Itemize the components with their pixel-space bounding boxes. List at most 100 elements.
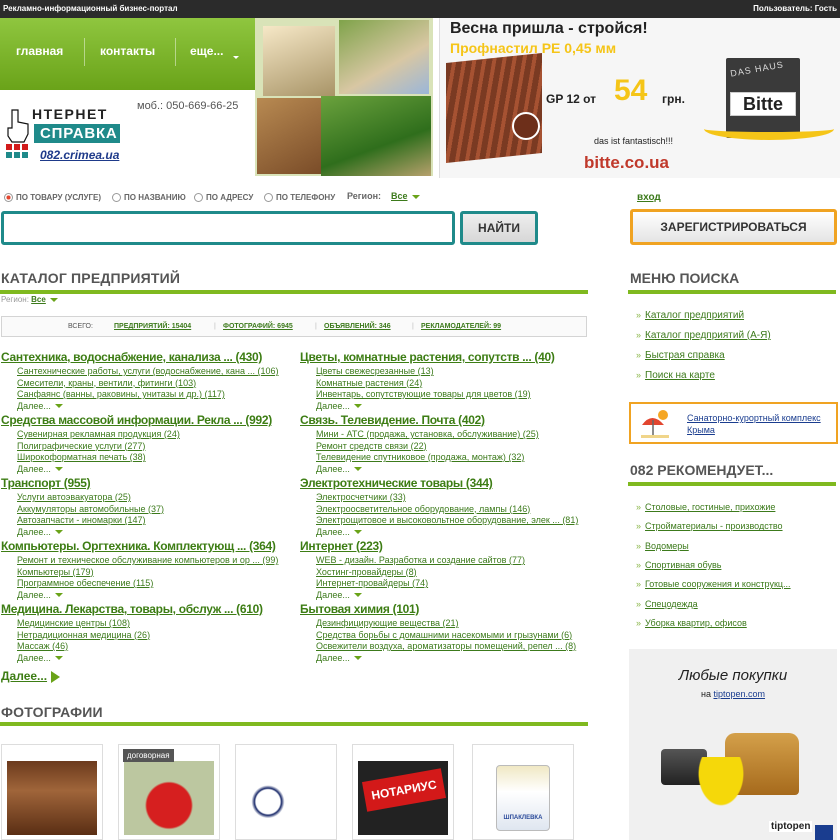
category-more-link[interactable]: Далее... bbox=[17, 590, 299, 602]
subcategory-link[interactable]: Санфаянс (ванны, раковины, унитазы и др.… bbox=[17, 389, 299, 401]
recommend-item[interactable]: » Готовые сооружения и конструкц... bbox=[636, 579, 791, 589]
category-more-link[interactable]: Далее... bbox=[316, 527, 598, 539]
search-menu-item[interactable]: » Каталог предприятий bbox=[636, 310, 744, 321]
catalog-more-link[interactable]: Далее... bbox=[1, 669, 61, 683]
stats-enterprises[interactable]: ПРЕДПРИЯТИЙ: 15404 bbox=[114, 323, 191, 330]
subcategory-link[interactable]: Автозапчасти - иномарки (147) bbox=[17, 515, 299, 527]
subcategory-link[interactable]: Хостинг-провайдеры (8) bbox=[316, 567, 598, 579]
nav-home[interactable]: главная bbox=[16, 44, 63, 58]
category-title[interactable]: Сантехника, водоснабжение, канализа ... … bbox=[1, 350, 299, 364]
category-title[interactable]: Средства массовой информации. Рекла ... … bbox=[1, 413, 299, 427]
category-title[interactable]: Бытовая химия (101) bbox=[300, 602, 598, 616]
subcategory-link[interactable]: Сувенирная рекламная продукция (24) bbox=[17, 429, 299, 441]
subcategory-link[interactable]: Смесители, краны, вентили, фитинги (103) bbox=[17, 378, 299, 390]
stats-ads[interactable]: ОБЪЯВЛЕНИЙ: 346 bbox=[324, 323, 391, 330]
subcategory-link[interactable]: Мини - АТС (продажа, установка, обслужив… bbox=[316, 429, 598, 441]
ad-banner-bitte[interactable]: Весна пришла - стройся! Профнастил РЕ 0,… bbox=[439, 18, 840, 178]
subcategory-link[interactable]: Освежители воздуха, ароматизаторы помеще… bbox=[316, 641, 598, 653]
subcategory-link[interactable]: Инвентарь, сопутствующие товары для цвет… bbox=[316, 389, 598, 401]
header: главная контакты еще... НТЕРНЕТ СПРАВКА … bbox=[0, 18, 840, 180]
ad-title: Любые покупки bbox=[678, 667, 788, 684]
category-title[interactable]: Интернет (223) bbox=[300, 539, 598, 553]
logo-text-2: СПРАВКА bbox=[40, 125, 118, 142]
region-select[interactable]: Все bbox=[31, 295, 46, 304]
recommend-item[interactable]: » Водомеры bbox=[636, 541, 689, 551]
category-more-link[interactable]: Далее... bbox=[17, 464, 299, 476]
category-more-link[interactable]: Далее... bbox=[316, 401, 598, 413]
site-logo[interactable]: НТЕРНЕТ СПРАВКА 082.crimea.ua bbox=[6, 98, 126, 178]
bullet-icon: » bbox=[636, 579, 642, 590]
subcategory-link[interactable]: Дезинфицирующие вещества (21) bbox=[316, 618, 598, 630]
sanatorium-banner[interactable]: Санаторно-курортный комплекс Крыма bbox=[629, 402, 838, 444]
main-content: КАТАЛОГ ПРЕДПРИЯТИЙ Регион: Все ВСЕГО: П… bbox=[0, 262, 590, 840]
ad-prefix: на bbox=[700, 689, 711, 699]
tiptopen-ad[interactable]: Любые покупки на tiptopen.com tiptopen bbox=[629, 649, 837, 840]
subcategory-link[interactable]: Компьютеры (179) bbox=[17, 567, 299, 579]
recommend-item[interactable]: » Спецодежда bbox=[636, 599, 698, 609]
subcategory-link[interactable]: Средства борьбы с домашними насекомыми и… bbox=[316, 630, 598, 642]
subcategory-link[interactable]: Массаж (46) bbox=[17, 641, 299, 653]
photo-thumb[interactable] bbox=[235, 744, 337, 840]
recommend-item[interactable]: » Уборка квартир, офисов bbox=[636, 618, 747, 628]
photo-thumb[interactable]: ШПАКЛЕВКА bbox=[472, 744, 574, 840]
subcategory-link[interactable]: Комнатные растения (24) bbox=[316, 378, 598, 390]
nav-more[interactable]: еще... bbox=[190, 44, 223, 58]
subcategory-link[interactable]: Программное обеспечение (115) bbox=[17, 578, 299, 590]
search-by-product-radio[interactable]: ПО ТОВАРУ (УСЛУГЕ) bbox=[4, 193, 101, 202]
recommend-item-label: Водомеры bbox=[645, 540, 689, 551]
photo-thumb[interactable] bbox=[1, 744, 103, 840]
photo-thumb[interactable]: НОТАРИУС bbox=[352, 744, 454, 840]
subcategory-link[interactable]: Ремонт средств связи (22) bbox=[316, 441, 598, 453]
subcategory-link[interactable]: Нетрадиционная медицина (26) bbox=[17, 630, 299, 642]
category-title[interactable]: Транспорт (955) bbox=[1, 476, 299, 490]
search-menu-item[interactable]: » Каталог предприятий (А-Я) bbox=[636, 330, 771, 341]
subcategory-link[interactable]: Сантехнические работы, услуги (водоснабж… bbox=[17, 366, 299, 378]
subcategory-link[interactable]: Интернет-провайдеры (74) bbox=[316, 578, 598, 590]
search-button[interactable]: НАЙТИ bbox=[460, 211, 538, 245]
subcategory-link[interactable]: Аккумуляторы автомобильные (37) bbox=[17, 504, 299, 516]
region-select[interactable]: Все bbox=[391, 191, 420, 201]
subcategory-link[interactable]: Цветы свежесрезанные (13) bbox=[316, 366, 598, 378]
more-label: Далее... bbox=[17, 463, 51, 474]
category-more-link[interactable]: Далее... bbox=[17, 401, 299, 413]
category-more-link[interactable]: Далее... bbox=[17, 653, 299, 665]
recommend-item[interactable]: » Стройматериалы - производство bbox=[636, 521, 783, 531]
nav-divider bbox=[175, 38, 176, 66]
recommend-item[interactable]: » Спортивная обувь bbox=[636, 560, 721, 570]
subcategory-link[interactable]: Медицинские центры (108) bbox=[17, 618, 299, 630]
subcategory-link[interactable]: Полиграфические услуги (277) bbox=[17, 441, 299, 453]
subcategory-link[interactable]: Широкоформатная печать (38) bbox=[17, 452, 299, 464]
login-link[interactable]: вход bbox=[637, 192, 661, 203]
category-title[interactable]: Связь. Телевидение. Почта (402) bbox=[300, 413, 598, 427]
register-button[interactable]: ЗАРЕГИСТРИРОВАТЬСЯ bbox=[630, 209, 837, 245]
category-more-link[interactable]: Далее... bbox=[17, 527, 299, 539]
search-by-address-radio[interactable]: ПО АДРЕСУ bbox=[194, 193, 253, 202]
category-title[interactable]: Медицина. Лекарства, товары, обслуж ... … bbox=[1, 602, 299, 616]
subcategory-link[interactable]: Ремонт и техническое обслуживание компью… bbox=[17, 555, 299, 567]
subcategory-link[interactable]: Телевидение спутниковое (продажа, монтаж… bbox=[316, 452, 598, 464]
category-title[interactable]: Компьютеры. Оргтехника. Комплектующ ... … bbox=[1, 539, 299, 553]
recommend-item[interactable]: » Столовые, гостиные, прихожие bbox=[636, 502, 775, 512]
category-more-link[interactable]: Далее... bbox=[316, 464, 598, 476]
nav-contacts[interactable]: контакты bbox=[100, 44, 155, 58]
search-by-name-radio[interactable]: ПО НАЗВАНИЮ bbox=[112, 193, 186, 202]
subcategory-link[interactable]: Услуги автоэвакуатора (25) bbox=[17, 492, 299, 504]
photo-sign: НОТАРИУС bbox=[358, 761, 448, 835]
stats-advertisers[interactable]: РЕКЛАМОДАТЕЛЕЙ: 99 bbox=[421, 323, 501, 330]
search-by-phone-radio[interactable]: ПО ТЕЛЕФОНУ bbox=[264, 193, 335, 202]
subcategory-link[interactable]: WEB - дизайн. Разработка и создание сайт… bbox=[316, 555, 598, 567]
subcategory-link[interactable]: Электрощитовое и высоковольтное оборудов… bbox=[316, 515, 598, 527]
stats-photos[interactable]: ФОТОГРАФИЙ: 6945 bbox=[223, 323, 293, 330]
photo-thumb[interactable]: договорная bbox=[118, 744, 220, 840]
price-badge: договорная bbox=[123, 749, 174, 762]
search-menu-item[interactable]: » Поиск на карте bbox=[636, 370, 715, 381]
category-title[interactable]: Цветы, комнатные растения, сопутств ... … bbox=[300, 350, 598, 364]
category-more-link[interactable]: Далее... bbox=[316, 590, 598, 602]
subcategory-link[interactable]: Электроосветительное оборудование, лампы… bbox=[316, 504, 598, 516]
subcategory-link[interactable]: Электросчетчики (33) bbox=[316, 492, 598, 504]
category-more-link[interactable]: Далее... bbox=[316, 653, 598, 665]
category-title[interactable]: Электротехнические товары (344) bbox=[300, 476, 598, 490]
search-input[interactable] bbox=[1, 211, 455, 245]
search-menu-item[interactable]: » Быстрая справка bbox=[636, 350, 725, 361]
chevron-down-icon bbox=[54, 404, 63, 409]
